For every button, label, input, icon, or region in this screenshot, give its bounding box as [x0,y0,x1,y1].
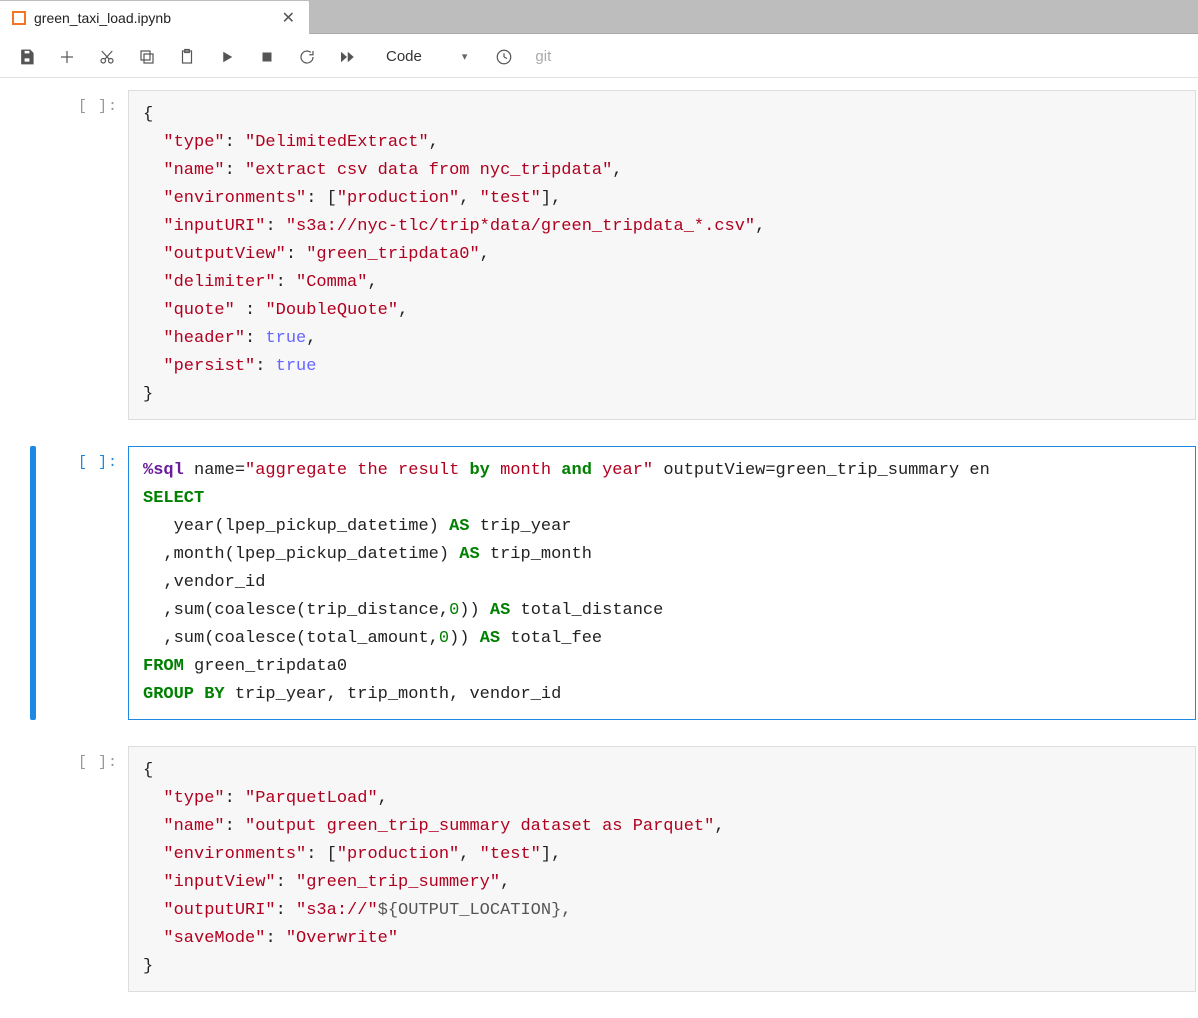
cell-indicator [30,446,36,720]
chevron-down-icon: ▾ [462,50,468,63]
cell-type-label: Code [386,48,422,65]
git-label[interactable]: git [535,48,551,65]
code-cell[interactable]: [ ]: { "type": "DelimitedExtract", "name… [0,90,1198,420]
run-button[interactable] [218,48,236,66]
file-tab[interactable]: green_taxi_load.ipynb ✕ [0,1,310,34]
cell-input[interactable]: { "type": "ParquetLoad", "name": "output… [128,746,1196,992]
code-cell[interactable]: [ ]: { "type": "ParquetLoad", "name": "o… [0,746,1198,992]
cell-type-dropdown[interactable]: Code ▾ [378,46,473,67]
tab-bar: green_taxi_load.ipynb ✕ [0,0,1198,34]
add-cell-button[interactable] [58,48,76,66]
cell-indicator [30,746,36,992]
copy-button[interactable] [138,48,156,66]
cut-button[interactable] [98,48,116,66]
code-cell[interactable]: [ ]: %sql name="aggregate the result by … [0,446,1198,720]
cell-prompt: [ ]: [38,90,128,420]
cell-prompt: [ ]: [38,746,128,992]
cell-input[interactable]: %sql name="aggregate the result by month… [128,446,1196,720]
paste-button[interactable] [178,48,196,66]
run-all-button[interactable] [338,48,356,66]
notebook-toolbar: Code ▾ git [0,34,1198,78]
notebook-icon [12,11,26,25]
cell-prompt: [ ]: [38,446,128,720]
tab-title: green_taxi_load.ipynb [34,10,272,26]
cell-indicator [30,90,36,420]
restart-button[interactable] [298,48,316,66]
cell-input[interactable]: { "type": "DelimitedExtract", "name": "e… [128,90,1196,420]
close-icon[interactable]: ✕ [280,8,297,28]
stop-button[interactable] [258,48,276,66]
save-button[interactable] [18,48,36,66]
notebook-body: [ ]: { "type": "DelimitedExtract", "name… [0,78,1198,992]
kernel-status-icon[interactable] [495,48,513,66]
